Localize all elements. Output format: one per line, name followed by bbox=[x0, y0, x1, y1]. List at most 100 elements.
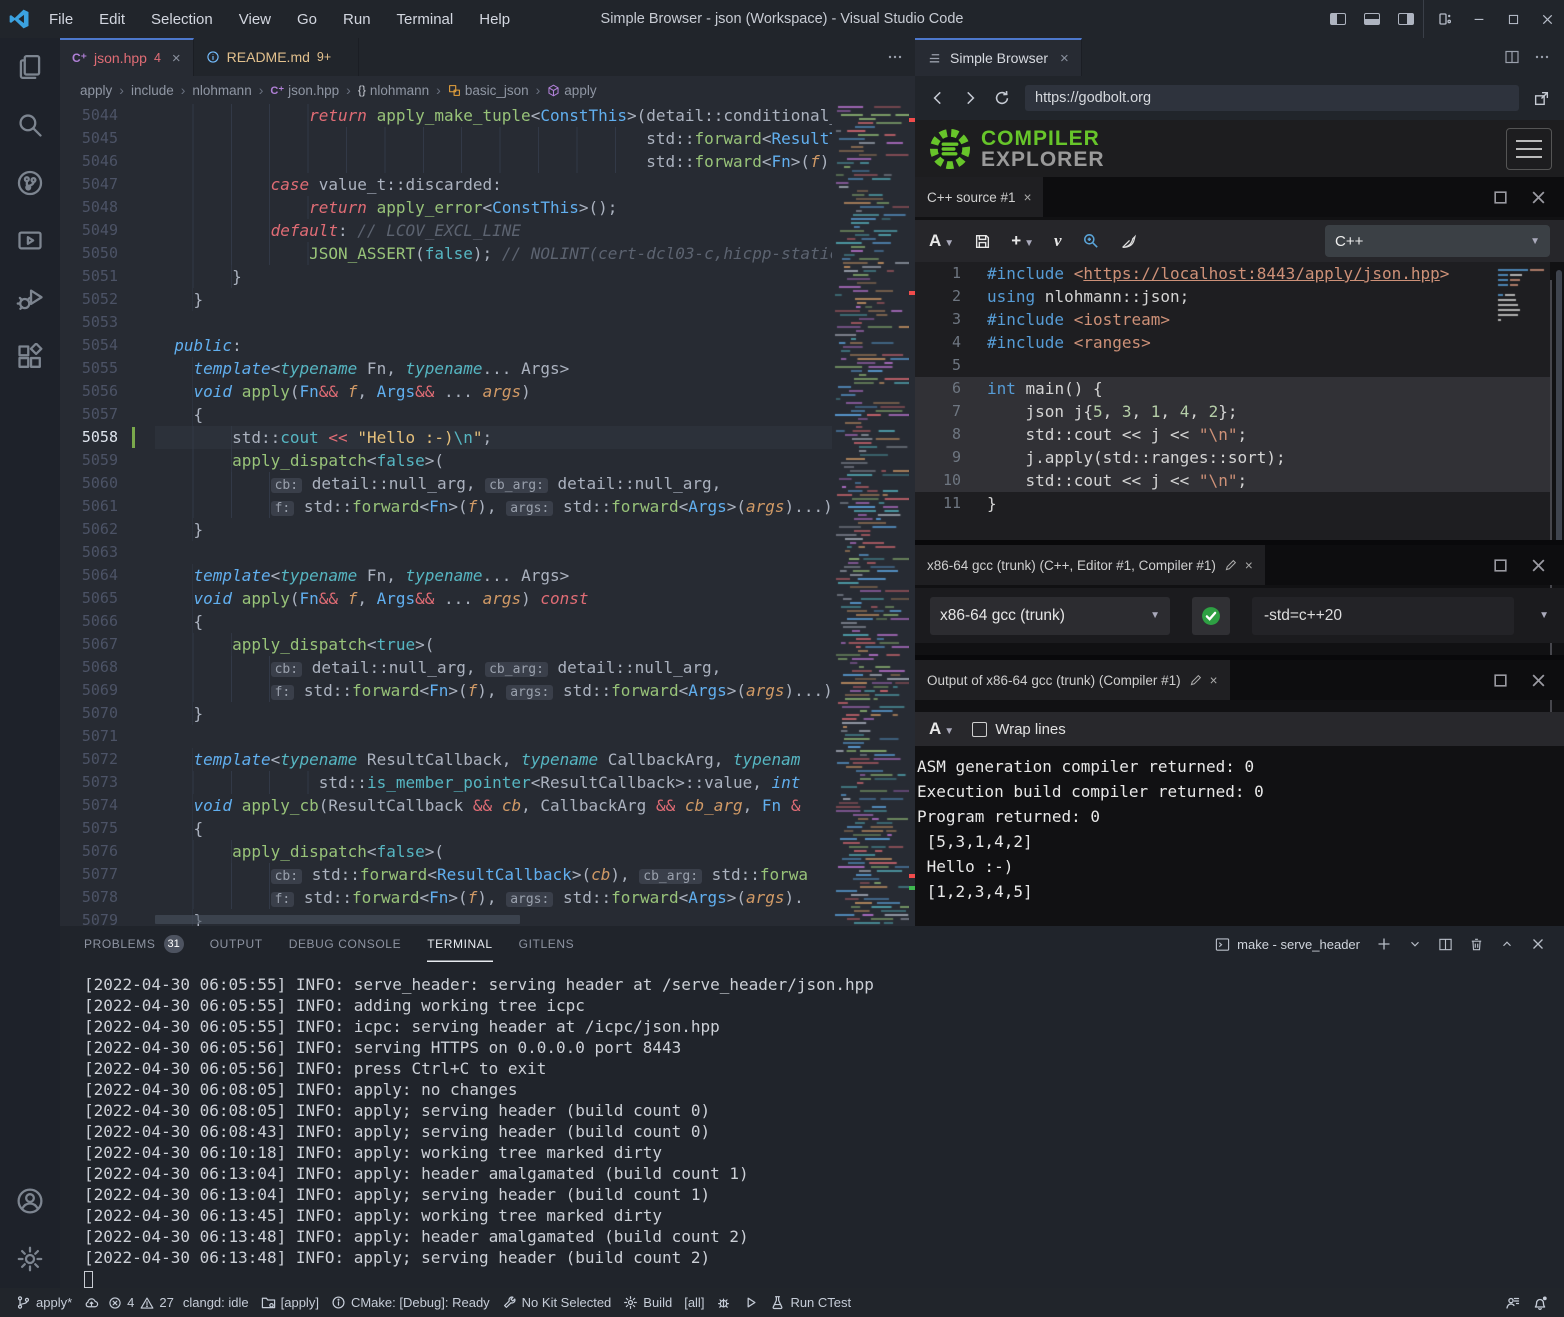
url-input[interactable]: https://godbolt.org bbox=[1025, 85, 1519, 111]
status-cloud-upload[interactable] bbox=[78, 1288, 105, 1317]
tab-README.md[interactable]: README.md9+ bbox=[194, 38, 360, 76]
quill-icon[interactable] bbox=[1120, 233, 1137, 250]
close-icon[interactable]: × bbox=[1060, 50, 1069, 67]
compiler-options-input[interactable]: -std=c++20 bbox=[1252, 597, 1514, 635]
activity-search-icon[interactable] bbox=[0, 96, 60, 154]
panel-tab-gitlens[interactable]: GITLENS bbox=[519, 926, 575, 962]
menu-edit[interactable]: Edit bbox=[88, 7, 136, 32]
options-dropdown-icon[interactable]: ▼ bbox=[1539, 610, 1549, 621]
godbolt-source-editor[interactable]: 1#include <https://localhost:8443/apply/… bbox=[915, 262, 1550, 540]
terminal-dropdown-icon[interactable] bbox=[1408, 937, 1422, 951]
open-external-icon[interactable] bbox=[1533, 90, 1550, 107]
breadcrumb[interactable]: apply›include›nlohmann›C⁺json.hpp›{}nloh… bbox=[60, 76, 915, 104]
tab-output[interactable]: Output of x86-64 gcc (trunk) (Compiler #… bbox=[915, 660, 1230, 700]
vim-toggle-icon[interactable]: v bbox=[1054, 231, 1062, 251]
webview-scrollbar[interactable] bbox=[1556, 270, 1562, 555]
activity-extensions-icon[interactable] bbox=[0, 328, 60, 386]
status-play[interactable] bbox=[737, 1288, 764, 1317]
panel-tab-problems[interactable]: PROBLEMS31 bbox=[84, 926, 184, 962]
panel-tab-debug-console[interactable]: DEBUG CONSOLE bbox=[289, 926, 402, 962]
maximize-pane-icon[interactable] bbox=[1492, 189, 1509, 206]
code-editor[interactable]: 5044 return apply_make_tuple<ConstThis>(… bbox=[60, 104, 915, 926]
toggle-sidebar-icon[interactable] bbox=[1321, 0, 1355, 38]
add-pane-button[interactable]: +▼ bbox=[1011, 231, 1034, 251]
status-clangd-idle[interactable]: clangd: idle bbox=[177, 1288, 255, 1317]
menu-terminal[interactable]: Terminal bbox=[386, 7, 465, 32]
panel-tab-terminal[interactable]: TERMINAL bbox=[427, 926, 492, 962]
activity-run-view-icon[interactable] bbox=[0, 212, 60, 270]
reload-icon[interactable] bbox=[993, 89, 1011, 107]
font-size-button[interactable]: A▼ bbox=[929, 719, 954, 739]
close-icon[interactable]: × bbox=[1245, 558, 1253, 573]
tab-json.hpp[interactable]: C⁺json.hpp4× bbox=[60, 38, 194, 76]
tab-compiler[interactable]: x86-64 gcc (trunk) (C++, Editor #1, Comp… bbox=[915, 545, 1265, 585]
split-terminal-icon[interactable] bbox=[1438, 937, 1453, 952]
customize-layout-icon[interactable] bbox=[1428, 0, 1462, 38]
godbolt-editor-scrollbar[interactable] bbox=[1550, 280, 1552, 775]
breadcrumb-item[interactable]: nlohmann bbox=[192, 83, 251, 98]
terminal-output[interactable]: [2022-04-30 06:05:55] INFO: serve_header… bbox=[84, 974, 1554, 1282]
maximize-pane-icon[interactable] bbox=[1492, 557, 1509, 574]
panel-tab-output[interactable]: OUTPUT bbox=[210, 926, 263, 962]
status--all-[interactable]: [all] bbox=[678, 1288, 710, 1317]
more-actions-icon[interactable] bbox=[1534, 49, 1550, 65]
activity-files-icon[interactable] bbox=[0, 38, 60, 96]
status-error[interactable]: 4 bbox=[105, 1288, 137, 1317]
status-tools[interactable]: No Kit Selected bbox=[496, 1288, 618, 1317]
close-icon[interactable]: × bbox=[172, 50, 181, 67]
kill-terminal-icon[interactable] bbox=[1469, 937, 1484, 952]
status-bell[interactable] bbox=[1526, 1288, 1554, 1317]
menu-file[interactable]: File bbox=[38, 7, 84, 32]
hamburger-menu-icon[interactable] bbox=[1506, 128, 1552, 170]
compiler-select[interactable]: x86-64 gcc (trunk)▼ bbox=[930, 597, 1170, 635]
close-icon[interactable]: × bbox=[1210, 673, 1218, 688]
tab-simple-browser[interactable]: Simple Browser × bbox=[915, 38, 1082, 76]
editor-more-actions-icon[interactable] bbox=[875, 38, 915, 76]
status-beaker[interactable]: Run CTest bbox=[764, 1288, 857, 1317]
menu-run[interactable]: Run bbox=[332, 7, 382, 32]
status-gear[interactable]: Build bbox=[617, 1288, 678, 1317]
toggle-secondary-sidebar-icon[interactable] bbox=[1389, 0, 1423, 38]
save-icon[interactable] bbox=[974, 233, 991, 250]
status-info[interactable]: CMake: [Debug]: Ready bbox=[325, 1288, 496, 1317]
menu-help[interactable]: Help bbox=[468, 7, 521, 32]
activity-debug-icon[interactable] bbox=[0, 270, 60, 328]
activity-source-control-icon[interactable] bbox=[0, 154, 60, 212]
wrap-lines-checkbox[interactable] bbox=[972, 722, 987, 737]
language-select[interactable]: C++▼ bbox=[1325, 225, 1550, 257]
menu-view[interactable]: View bbox=[228, 7, 282, 32]
breadcrumb-item[interactable]: basic_json bbox=[448, 83, 529, 98]
terminal-instance[interactable]: make - serve_header bbox=[1215, 937, 1360, 952]
forward-icon[interactable] bbox=[961, 89, 979, 107]
activity-settings-gear-icon[interactable] bbox=[0, 1230, 60, 1288]
new-terminal-icon[interactable] bbox=[1376, 936, 1392, 952]
close-panel-icon[interactable] bbox=[1530, 936, 1546, 952]
font-size-button[interactable]: A▼ bbox=[929, 231, 954, 251]
close-window-button[interactable] bbox=[1530, 0, 1564, 38]
minimize-button[interactable] bbox=[1462, 0, 1496, 38]
menu-go[interactable]: Go bbox=[286, 7, 328, 32]
maximize-button[interactable] bbox=[1496, 0, 1530, 38]
toggle-panel-icon[interactable] bbox=[1355, 0, 1389, 38]
close-pane-icon[interactable] bbox=[1529, 671, 1548, 690]
breadcrumb-item[interactable]: include bbox=[131, 83, 174, 98]
breadcrumb-item[interactable]: apply bbox=[80, 83, 112, 98]
maximize-panel-icon[interactable] bbox=[1500, 937, 1514, 951]
minimap[interactable] bbox=[832, 104, 909, 926]
split-editor-icon[interactable] bbox=[1504, 49, 1520, 65]
back-icon[interactable] bbox=[929, 89, 947, 107]
status-warning[interactable]: 27 bbox=[137, 1288, 176, 1317]
status-bug[interactable] bbox=[710, 1288, 737, 1317]
status-folder[interactable]: [apply] bbox=[255, 1288, 325, 1317]
status-feedback[interactable] bbox=[1498, 1288, 1526, 1317]
breadcrumb-item[interactable]: apply bbox=[547, 83, 596, 98]
close-pane-icon[interactable] bbox=[1529, 556, 1548, 575]
menu-selection[interactable]: Selection bbox=[140, 7, 224, 32]
activity-account-icon[interactable] bbox=[0, 1172, 60, 1230]
close-pane-icon[interactable] bbox=[1529, 188, 1548, 207]
maximize-pane-icon[interactable] bbox=[1492, 672, 1509, 689]
compiler-explorer-logo-text[interactable]: COMPILER EXPLORER bbox=[981, 128, 1105, 170]
breadcrumb-item[interactable]: {}nlohmann bbox=[358, 83, 429, 98]
status-git-branch[interactable]: apply* bbox=[10, 1288, 78, 1317]
edit-icon[interactable] bbox=[1189, 674, 1202, 687]
